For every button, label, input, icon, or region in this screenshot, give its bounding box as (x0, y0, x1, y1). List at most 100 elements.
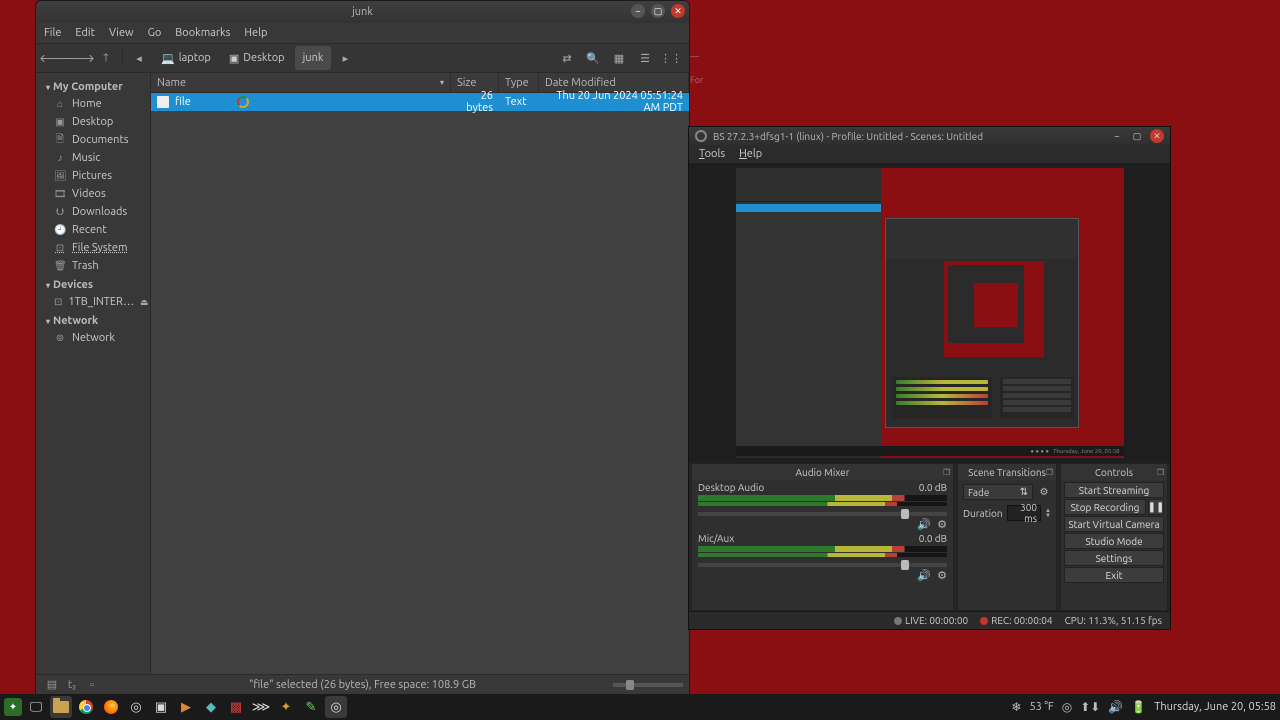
side-home[interactable]: ⌂Home (36, 95, 150, 113)
volume-slider[interactable] (698, 512, 947, 516)
col-name[interactable]: Name▾ (151, 73, 451, 92)
obs-titlebar[interactable]: BS 27.2.3+dfsg1-1 (linux) - Profile: Unt… (689, 127, 1170, 145)
zoom-slider[interactable] (613, 683, 683, 687)
gear-icon[interactable]: ⚙ (937, 518, 947, 531)
side-desktop[interactable]: ▣Desktop (36, 113, 150, 131)
taskbar-chrome-icon[interactable] (75, 696, 97, 718)
file-type: Text (499, 96, 539, 108)
side-group-mycomputer[interactable]: ▾My Computer (36, 77, 150, 95)
taskbar-app-icon-2[interactable]: ▩ (225, 696, 247, 718)
pause-recording-button[interactable]: ❚❚ (1148, 499, 1164, 515)
obs-maximize-button[interactable]: ▢ (1130, 129, 1144, 143)
fm-content: Name▾ Size Type Date Modified file 26 by… (151, 73, 689, 674)
side-trash[interactable]: 🗑Trash (36, 257, 150, 275)
maximize-button[interactable]: ▢ (651, 4, 665, 18)
side-videos[interactable]: 🎞Videos (36, 185, 150, 203)
dock-popout-icon[interactable]: ❐ (1046, 468, 1053, 477)
tray-battery-icon[interactable]: 🔋 (1131, 700, 1146, 714)
compact-view-button[interactable]: ⋮⋮ (659, 46, 683, 70)
close-button[interactable]: ✕ (671, 4, 685, 18)
start-streaming-button[interactable]: Start Streaming (1064, 482, 1164, 498)
channel-name: Desktop Audio (698, 482, 764, 493)
taskbar-terminal-icon[interactable]: ▣ (150, 696, 172, 718)
status-tree-button[interactable]: t₂ (62, 677, 82, 693)
taskbar-app-icon-4[interactable]: ✦ (275, 696, 297, 718)
fm-titlebar[interactable]: junk – ▢ ✕ (36, 1, 689, 23)
eject-icon[interactable]: ⏏ (140, 297, 149, 308)
minimize-button[interactable]: – (631, 4, 645, 18)
tray-network-icon[interactable]: ⬆⬇ (1080, 700, 1100, 714)
col-type[interactable]: Type (499, 73, 539, 92)
path-prev-button[interactable]: ◂ (127, 46, 151, 70)
duration-input[interactable]: 300 ms (1007, 505, 1041, 521)
speaker-icon[interactable]: 🔊 (917, 518, 931, 531)
sort-arrow-icon: ▾ (440, 78, 444, 87)
status-places-button[interactable]: ▤ (42, 677, 62, 693)
transition-settings-button[interactable]: ⚙ (1037, 485, 1051, 499)
taskbar-media-player-icon[interactable]: ▶ (175, 696, 197, 718)
path-next-button[interactable]: ▸ (333, 46, 357, 70)
volume-slider[interactable] (698, 563, 947, 567)
tray-volume-icon[interactable]: 🔊 (1108, 700, 1123, 714)
obs-minimize-button[interactable]: – (1110, 129, 1124, 143)
dock-popout-icon[interactable]: ❐ (943, 468, 950, 477)
breadcrumb-junk[interactable]: junk (295, 46, 332, 70)
taskbar-app-icon-1[interactable]: ◆ (200, 696, 222, 718)
menu-edit[interactable]: Edit (75, 27, 95, 39)
grid-view-button[interactable]: ▦ (607, 46, 631, 70)
taskbar-clock[interactable]: Thursday, June 20, 05:58 (1154, 701, 1276, 713)
preview-canvas: ● ● ● ● Thursday, June 20, 05:58 (736, 168, 1124, 458)
list-view-button[interactable]: ☰ (633, 46, 657, 70)
settings-button[interactable]: Settings (1064, 550, 1164, 566)
side-filesystem[interactable]: ⊡File System (36, 239, 150, 257)
exit-button[interactable]: Exit (1064, 567, 1164, 583)
side-pictures[interactable]: 🖼Pictures (36, 167, 150, 185)
speaker-icon[interactable]: 🔊 (917, 569, 931, 582)
taskbar-text-editor-icon[interactable]: ✎ (300, 696, 322, 718)
duration-spinner[interactable]: ▲▼ (1045, 508, 1051, 518)
side-documents[interactable]: 🗎Documents (36, 131, 150, 149)
nav-back-button[interactable]: 🡐 (42, 46, 66, 70)
weather-temp[interactable]: 53 °F (1029, 701, 1053, 713)
taskbar-system-monitor-icon[interactable]: 🖵 (25, 696, 47, 718)
taskbar-app-icon-3[interactable]: ⋙ (250, 696, 272, 718)
status-hide-button[interactable]: ▫ (82, 677, 102, 693)
weather-icon[interactable]: ❄ (1011, 700, 1021, 714)
search-button[interactable]: 🔍 (581, 46, 605, 70)
transition-select[interactable]: Fade⇅ (963, 484, 1033, 500)
side-network[interactable]: ⊚Network (36, 329, 150, 347)
side-device-1tb[interactable]: ⊡1TB_INTER…⏏ (36, 293, 150, 311)
obs-close-button[interactable]: ✕ (1150, 129, 1164, 143)
side-group-network[interactable]: ▾Network (36, 311, 150, 329)
taskbar-steam-icon[interactable]: ◎ (125, 696, 147, 718)
gear-icon[interactable]: ⚙ (937, 569, 947, 582)
breadcrumb-laptop[interactable]: 💻laptop (153, 46, 219, 70)
obs-preview[interactable]: ● ● ● ● Thursday, June 20, 05:58 (689, 163, 1170, 463)
taskbar-obs-icon[interactable]: ◎ (325, 696, 347, 718)
side-recent[interactable]: 🕘Recent (36, 221, 150, 239)
table-row[interactable]: file 26 bytes Text Thu 20 Jun 2024 05:51… (151, 93, 689, 111)
menu-help[interactable]: Help (244, 27, 267, 39)
obs-menu-help[interactable]: Help (739, 148, 762, 160)
menu-file[interactable]: File (44, 27, 61, 39)
dock-popout-icon[interactable]: ❐ (1157, 468, 1164, 477)
menu-bookmarks[interactable]: Bookmarks (175, 27, 230, 39)
studio-mode-button[interactable]: Studio Mode (1064, 533, 1164, 549)
menu-view[interactable]: View (109, 27, 134, 39)
side-music[interactable]: ♪Music (36, 149, 150, 167)
nav-forward-button[interactable]: 🡒 (68, 46, 92, 70)
start-menu-button[interactable]: ✦ (4, 698, 22, 716)
side-group-devices[interactable]: ▾Devices (36, 275, 150, 293)
taskbar-firefox-icon[interactable] (100, 696, 122, 718)
breadcrumb-desktop[interactable]: ▣Desktop (221, 46, 293, 70)
tray-obs-icon[interactable]: ◎ (1062, 700, 1072, 714)
start-virtual-camera-button[interactable]: Start Virtual Camera (1064, 516, 1164, 532)
taskbar-file-manager-icon[interactable] (50, 696, 72, 718)
side-downloads[interactable]: ⮋Downloads (36, 203, 150, 221)
nav-up-button[interactable]: 🡑 (94, 46, 118, 70)
menu-go[interactable]: Go (148, 27, 162, 39)
obs-menu-tools[interactable]: Tools (699, 148, 725, 160)
live-status: LIVE: 00:00:00 (894, 615, 968, 626)
stop-recording-button[interactable]: Stop Recording (1064, 499, 1146, 515)
toggle-path-button[interactable]: ⇄ (555, 46, 579, 70)
